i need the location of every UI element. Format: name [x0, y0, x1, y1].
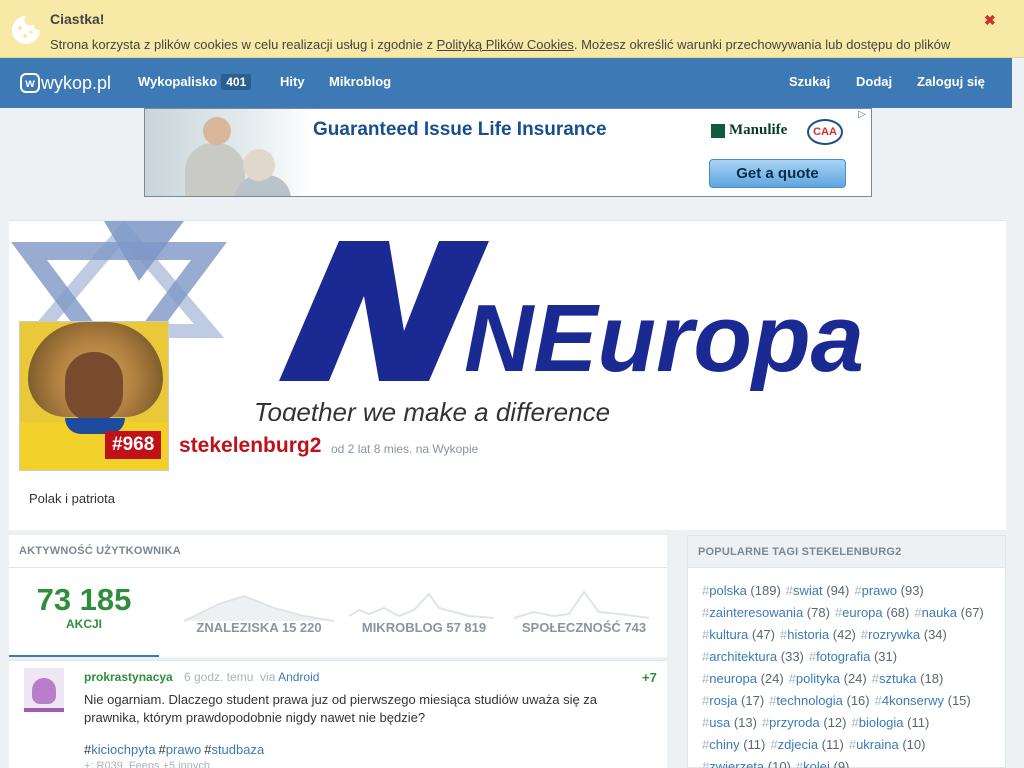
site-logo[interactable]: w wykop.pl	[20, 70, 111, 96]
activity-title: Aktywność użytkownika	[19, 545, 181, 557]
cookie-banner: Ciastka! Strona korzysta z plików cookie…	[0, 0, 1024, 58]
tag-link[interactable]: #przyroda (12)	[762, 715, 847, 730]
hash-sign: #	[158, 742, 166, 757]
entry-client-link[interactable]: Android	[278, 670, 319, 684]
stat-actions[interactable]: 73 185 AKCJI	[9, 568, 159, 657]
top-navbar: w wykop.pl Wykopalisko 401 Hity Mikroblog…	[0, 58, 1012, 108]
cover-tagline: Together we make a difference	[254, 397, 610, 421]
cookie-text-before: Strona korzysta z plików cookies w celu …	[50, 37, 437, 52]
ad-photo	[145, 109, 315, 196]
rank-badge: #968	[105, 431, 162, 459]
tag-link[interactable]: #polska (189)	[702, 583, 781, 598]
entry-tag-link[interactable]: kiciochpyta	[91, 742, 155, 757]
tag-link[interactable]: #biologia (11)	[851, 715, 929, 730]
tag-link[interactable]: #technologia (16)	[769, 693, 869, 708]
tag-link[interactable]: #nauka (67)	[914, 605, 983, 620]
cookie-title: Ciastka!	[50, 11, 105, 27]
entry-tags: #kiciochpyta #prawo #studbaza	[84, 742, 267, 757]
tag-link[interactable]: #rosja (17)	[702, 693, 764, 708]
tag-link[interactable]: #4konserwy (15)	[875, 693, 971, 708]
ad-brand-text: Manulife	[729, 122, 788, 138]
tag-link[interactable]: #ukraina (10)	[849, 737, 926, 752]
get-quote-button[interactable]: Get a quote	[709, 159, 846, 188]
tag-link[interactable]: #neuropa (24)	[702, 671, 784, 686]
entry-tag-link[interactable]: prawo	[166, 742, 201, 757]
username[interactable]: stekelenburg2	[179, 434, 321, 458]
tag-link[interactable]: #fotografia (31)	[809, 649, 897, 664]
tag-link[interactable]: #zdjecia (11)	[770, 737, 843, 752]
tag-link[interactable]: #europa (68)	[835, 605, 909, 620]
entry-meta: 6 godz. temu via Android	[184, 670, 319, 684]
cookie-text: Strona korzysta z plików cookies w celu …	[50, 37, 950, 52]
stat-community[interactable]: SPOŁECZNOŚĆ 743	[509, 568, 659, 657]
tag-row: #chiny (11) #zdjecia (11) #ukraina (10)	[702, 737, 930, 752]
close-icon[interactable]: ✖	[984, 12, 996, 29]
avatar[interactable]	[24, 668, 64, 712]
stat-links[interactable]: ZNALEZISKA 15 220	[174, 568, 344, 657]
tag-row: #usa (13) #przyroda (12) #biologia (11)	[702, 715, 934, 730]
microblog-entry: prokrastynacya 6 godz. temu via Android …	[9, 660, 667, 768]
cover-title: NEuropa	[464, 285, 864, 392]
tag-link[interactable]: #rozrywka (34)	[861, 627, 947, 642]
tag-link[interactable]: #kolej (9)	[796, 759, 849, 768]
ad-banner[interactable]: Guaranteed Issue Life Insurance Manulife…	[144, 108, 872, 197]
entry-voters[interactable]: +: R039, Feeps +5 innych	[84, 760, 210, 768]
nav-search-link[interactable]: Szukaj	[789, 74, 830, 89]
vote-count[interactable]: +7	[642, 670, 657, 685]
stat-links-label: ZNALEZISKA 15 220	[196, 620, 322, 635]
tag-link[interactable]: #sztuka (18)	[872, 671, 944, 686]
entry-via: via	[260, 670, 276, 684]
nav-item-label: Wykopalisko	[138, 74, 218, 89]
logo-text: wykop.pl	[41, 72, 112, 93]
nav-item-hity[interactable]: Hity	[280, 74, 305, 89]
tag-link[interactable]: #prawo (93)	[854, 583, 923, 598]
tag-link[interactable]: #kultura (47)	[702, 627, 775, 642]
ad-brand-logo: Manulife	[711, 122, 787, 139]
member-since: od 2 lat 8 mies. na Wykopie	[331, 442, 479, 456]
tag-link[interactable]: #usa (13)	[702, 715, 757, 730]
cookie-text-after: . Możesz określić warunki przechowywania…	[573, 37, 951, 52]
tag-link[interactable]: #zwierzeta (10)	[702, 759, 791, 768]
tag-row: #architektura (33) #fotografia (31)	[702, 649, 902, 664]
tag-link[interactable]: #zainteresowania (78)	[702, 605, 830, 620]
tag-link[interactable]: #historia (42)	[780, 627, 856, 642]
tags-title: Popularne tagi stekelenburg2	[698, 546, 902, 558]
tag-link[interactable]: #architektura (33)	[702, 649, 804, 664]
cookie-icon	[12, 16, 40, 44]
entry-tag-link[interactable]: studbaza	[211, 742, 264, 757]
activity-panel: Aktywność użytkownika 73 185 AKCJI ZNALE…	[9, 535, 667, 657]
profile-bio: Polak i patriota	[29, 491, 115, 506]
profile-card: NEuropa Together we make a difference #9…	[9, 220, 1006, 530]
tag-row: #rosja (17) #technologia (16) #4konserwy (…	[702, 693, 976, 708]
nav-item-mikroblog[interactable]: Mikroblog	[329, 74, 391, 89]
adchoices-icon[interactable]: ▷	[858, 109, 871, 123]
stat-community-label: SPOŁECZNOŚĆ 743	[521, 620, 647, 635]
nav-login-link[interactable]: Zaloguj się	[917, 74, 985, 89]
tag-link[interactable]: #swiat (94)	[786, 583, 850, 598]
tag-row: #zwierzeta (10) #kolej (9)	[702, 759, 854, 768]
tag-row: #neuropa (24) #polityka (24) #sztuka (18)	[702, 671, 948, 686]
tag-row: #polska (189) #swiat (94) #prawo (93)	[702, 583, 929, 598]
stat-microblog-label: MIKROBLOG 57 819	[361, 620, 487, 635]
actions-count: 73 185	[36, 582, 132, 617]
entry-text: Nie ogarniam. Dlaczego student prawa juz…	[84, 692, 598, 725]
actions-label: AKCJI	[65, 617, 102, 631]
entry-author[interactable]: prokrastynacya	[84, 670, 173, 684]
stat-microblog[interactable]: MIKROBLOG 57 819	[344, 568, 504, 657]
nav-add-link[interactable]: Dodaj	[856, 74, 892, 89]
popular-tags-panel: Popularne tagi stekelenburg2 #polska (18…	[687, 535, 1006, 768]
cookie-policy-link[interactable]: Polityką Plików Cookies	[437, 37, 574, 52]
count-badge: 401	[221, 74, 252, 90]
ad-caa-logo: CAA	[807, 119, 843, 145]
logo-icon: w	[20, 73, 40, 93]
entry-time: 6 godz. temu	[184, 670, 254, 684]
tag-link[interactable]: #polityka (24)	[789, 671, 867, 686]
nav-item-wykopalisko[interactable]: Wykopalisko 401	[138, 74, 252, 90]
ad-headline: Guaranteed Issue Life Insurance	[313, 119, 607, 140]
tag-link[interactable]: #chiny (11)	[702, 737, 765, 752]
tag-row: #kultura (47) #historia (42) #rozrywka (34…	[702, 627, 952, 642]
tag-row: #zainteresowania (78) #europa (68) #nauka …	[702, 605, 989, 620]
